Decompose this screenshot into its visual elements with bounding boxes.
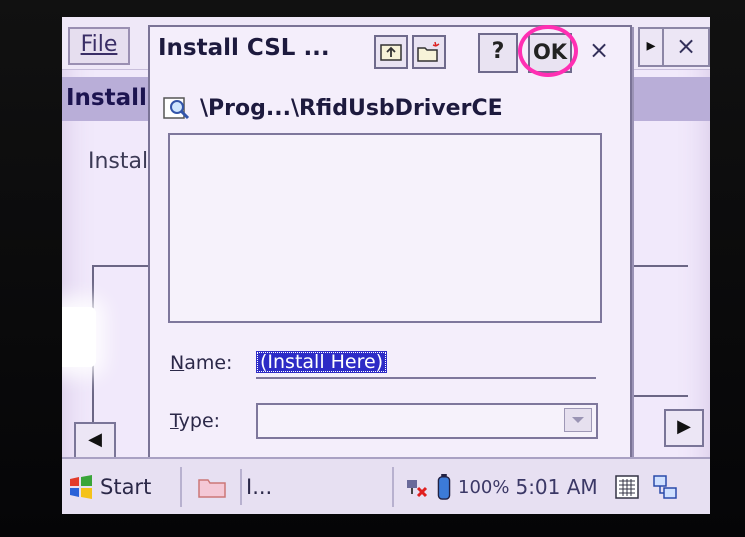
- background-divider: [628, 265, 688, 267]
- input-panel-icon[interactable]: [614, 474, 640, 500]
- name-input[interactable]: (Install Here): [256, 347, 596, 379]
- network-disconnected-icon[interactable]: [404, 474, 430, 500]
- system-tray: 100% 5:01 AM: [404, 469, 678, 505]
- background-divider-2: [628, 395, 688, 397]
- dialog-title: Install CSL ...: [158, 35, 330, 61]
- explorer-button[interactable]: [194, 471, 230, 503]
- scroll-left-button[interactable]: ◀: [74, 422, 116, 460]
- battery-icon[interactable]: [436, 474, 452, 500]
- background-arrow-button[interactable]: ▸: [638, 27, 664, 67]
- background-body-text: Instal: [88, 149, 149, 174]
- up-folder-icon: [380, 44, 402, 61]
- dropdown-button[interactable]: [564, 408, 592, 432]
- chevron-down-icon: [572, 417, 584, 423]
- taskbar-app-button[interactable]: I...: [240, 469, 306, 505]
- up-folder-button[interactable]: [374, 35, 408, 69]
- type-label: Type:: [170, 410, 221, 432]
- help-button[interactable]: ?: [478, 33, 518, 73]
- connectivity-icon[interactable]: [652, 474, 678, 500]
- screen-glare: [62, 307, 96, 367]
- windows-flag-icon: [70, 475, 92, 499]
- name-row: Name: (Install Here): [170, 347, 596, 379]
- type-select[interactable]: [256, 403, 598, 439]
- new-folder-icon: [417, 41, 440, 62]
- folder-search-icon: [163, 97, 190, 120]
- clock[interactable]: 5:01 AM: [515, 475, 597, 499]
- background-header-text: Installi: [66, 85, 155, 111]
- current-path: \Prog...\RfidUsbDriverCE: [200, 95, 503, 121]
- folder-icon: [198, 479, 226, 498]
- taskbar-divider-2: [392, 467, 394, 507]
- taskbar: Start I... 100% 5:01 AM: [62, 457, 710, 514]
- path-bar: \Prog...\RfidUsbDriverCE: [162, 91, 503, 125]
- dialog-close-button[interactable]: ×: [584, 33, 614, 69]
- file-list[interactable]: [168, 133, 602, 323]
- file-menu[interactable]: File: [68, 27, 130, 65]
- scroll-right-button[interactable]: ▶: [664, 409, 704, 447]
- file-menu-label: File: [80, 32, 118, 57]
- battery-percent: 100%: [458, 476, 510, 498]
- install-dialog: Install CSL ... ? OK × \Prog...\RfidUsbD…: [148, 25, 632, 465]
- start-button[interactable]: Start: [68, 469, 172, 505]
- device-screen: File ▸ × Installi Instal ◀ ▶ Install CSL…: [62, 17, 710, 514]
- ok-highlight-circle: [518, 25, 578, 77]
- start-label: Start: [100, 475, 152, 499]
- taskbar-divider: [180, 467, 182, 507]
- type-row: Type:: [170, 403, 598, 439]
- new-folder-button[interactable]: [412, 35, 446, 69]
- background-close-button[interactable]: ×: [662, 27, 710, 67]
- name-label: Name:: [170, 352, 233, 374]
- name-input-value: (Install Here): [256, 351, 388, 373]
